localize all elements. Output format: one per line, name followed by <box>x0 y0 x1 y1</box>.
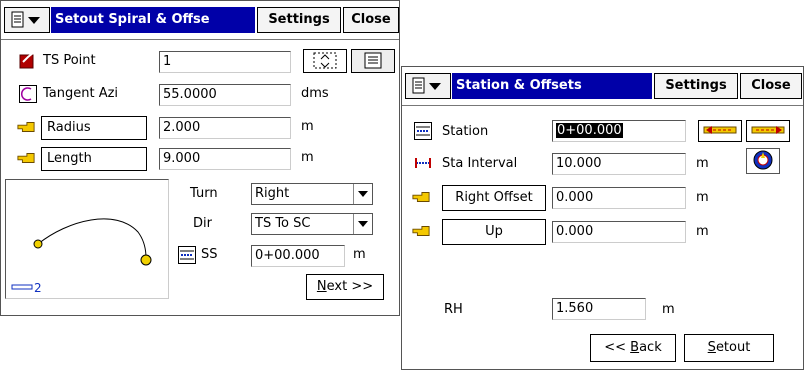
radius-unit: m <box>301 119 314 134</box>
menu-icon <box>11 11 40 28</box>
point-list-button[interactable] <box>351 49 395 73</box>
interval-icon <box>415 158 431 168</box>
right-offset-toggle-button[interactable]: Right Offset <box>442 185 546 211</box>
ts-point-marker <box>33 239 43 249</box>
dir-label: Dir <box>193 216 212 231</box>
list-icon <box>364 52 382 69</box>
window-menu-button[interactable] <box>4 7 50 33</box>
radius-toggle-button[interactable]: Radius <box>41 116 147 140</box>
rh-unit: m <box>662 302 675 317</box>
next-label: ext >> <box>326 279 374 294</box>
next-button[interactable]: Next >> <box>306 274 384 300</box>
point-flag-icon <box>19 52 34 69</box>
arrow-left-icon <box>703 126 737 134</box>
ts-point-input[interactable]: 1 <box>159 51 291 73</box>
setout-spiral-window: Setout Spiral & Offse Settings Close TS … <box>0 0 400 316</box>
station-icon <box>414 122 432 140</box>
rh-label: RH <box>444 302 463 317</box>
compass-icon <box>753 150 773 170</box>
navigate-button[interactable] <box>746 148 780 174</box>
back-label: ack <box>639 340 662 355</box>
hand-pointer-icon <box>412 226 430 236</box>
map-select-icon <box>313 52 337 69</box>
right-offset-unit: m <box>696 190 709 205</box>
back-button[interactable]: << Back <box>590 334 676 362</box>
sta-interval-input[interactable]: 10.000 <box>552 153 686 175</box>
back-accel: B <box>630 340 640 355</box>
dir-select[interactable]: TS To SC <box>251 213 373 235</box>
turn-select[interactable]: Right <box>251 183 373 205</box>
sta-interval-label: Sta Interval <box>442 156 518 171</box>
ss-input[interactable]: 0+00.000 <box>251 245 345 267</box>
turn-select-value: Right <box>255 186 290 201</box>
tangent-azimuth-icon <box>19 85 37 103</box>
station-icon <box>178 246 196 264</box>
window-title: Setout Spiral & Offse <box>51 7 255 33</box>
scale-label: 2 <box>34 281 42 295</box>
menu-icon <box>412 77 441 94</box>
up-toggle-button[interactable]: Up <box>442 219 546 245</box>
window-title: Station & Offsets <box>452 73 652 99</box>
hand-pointer-icon <box>17 122 35 132</box>
sc-point-marker <box>140 254 152 266</box>
map-select-button[interactable] <box>303 49 347 73</box>
station-label: Station <box>442 124 489 139</box>
close-button[interactable]: Close <box>343 7 399 33</box>
ss-unit: m <box>353 247 366 262</box>
length-toggle-button[interactable]: Length <box>41 147 147 171</box>
tangent-azi-unit: dms <box>301 86 329 101</box>
tangent-azi-input[interactable]: 55.0000 <box>159 84 291 106</box>
spiral-curve-graphic <box>11 218 152 290</box>
chevron-down-icon[interactable] <box>353 184 372 204</box>
back-prefix: << <box>604 340 631 355</box>
setout-button[interactable]: Setout <box>684 334 774 362</box>
ts-point-label: TS Point <box>43 53 96 68</box>
tangent-azi-label: Tangent Azi <box>43 86 119 101</box>
settings-button[interactable]: Settings <box>257 7 341 33</box>
length-unit: m <box>301 150 314 165</box>
hand-pointer-icon <box>412 192 430 202</box>
up-unit: m <box>696 224 709 239</box>
close-button[interactable]: Close <box>740 73 802 99</box>
spiral-preview: 2 <box>5 179 169 299</box>
station-input[interactable]: 0+00.000 <box>552 120 686 142</box>
right-offset-input[interactable]: 0.000 <box>552 187 686 209</box>
hand-pointer-icon <box>17 153 35 163</box>
chevron-down-icon[interactable] <box>353 214 372 234</box>
dir-select-value: TS To SC <box>255 216 311 231</box>
settings-button[interactable]: Settings <box>654 73 738 99</box>
rh-input[interactable]: 1.560 <box>552 298 646 320</box>
length-input[interactable]: 9.000 <box>159 148 291 170</box>
station-offsets-window: Station & Offsets Settings Close Station… <box>401 66 804 370</box>
ss-label: SS <box>201 247 218 262</box>
sta-interval-unit: m <box>696 156 709 171</box>
window-menu-button[interactable] <box>405 73 451 99</box>
title-bar: Station & Offsets Settings Close <box>402 67 803 106</box>
radius-input[interactable]: 2.000 <box>159 117 291 139</box>
next-accel: N <box>316 279 327 294</box>
arrow-right-icon <box>751 126 785 134</box>
setout-label: etout <box>715 340 751 355</box>
turn-label: Turn <box>190 186 218 201</box>
setout-accel: S <box>707 340 716 355</box>
station-increment-button[interactable] <box>746 120 790 142</box>
station-decrement-button[interactable] <box>698 120 742 142</box>
up-input[interactable]: 0.000 <box>552 221 686 243</box>
station-value: 0+00.000 <box>556 123 623 138</box>
title-bar: Setout Spiral & Offse Settings Close <box>1 1 399 40</box>
